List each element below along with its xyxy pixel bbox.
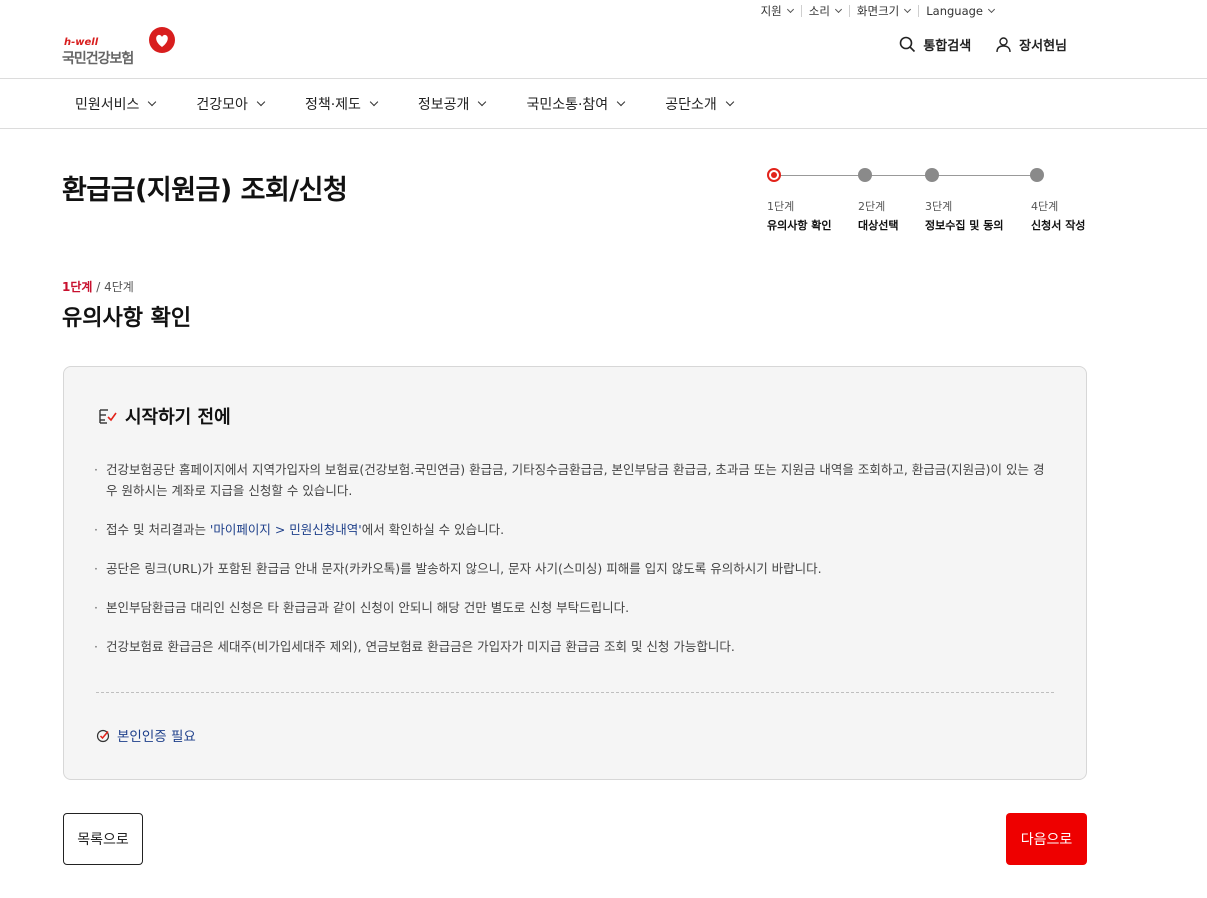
stepper-line bbox=[776, 175, 1038, 176]
utility-sound[interactable]: 소리 bbox=[800, 3, 849, 19]
section-title: 유의사항 확인 bbox=[62, 306, 192, 331]
heart-logo-icon bbox=[149, 27, 175, 53]
step-3-number: 3단계 bbox=[925, 200, 953, 213]
chevron-down-icon bbox=[616, 97, 626, 107]
auth-required: 본인인증 필요 bbox=[96, 725, 196, 745]
step-indicator: 1단계 / 4단계 bbox=[62, 278, 134, 295]
nav-item-label: 정보공개 bbox=[417, 96, 470, 113]
utility-screen-size[interactable]: 화면크기 bbox=[848, 3, 918, 19]
step-1-number: 1단계 bbox=[767, 200, 795, 213]
notice-item-text: 접수 및 처리결과는 bbox=[106, 522, 210, 537]
user-name-label: 장서현님 bbox=[1019, 39, 1067, 54]
chevron-down-icon bbox=[786, 5, 794, 14]
nav-item-civil-service[interactable]: 민원서비스 bbox=[75, 94, 157, 114]
step-4-dot bbox=[1030, 168, 1044, 182]
notice-item: 건강보험공단 홈페이지에서 지역가입자의 보험료(건강보험.국민연금) 환급금,… bbox=[94, 459, 1054, 501]
checklist-icon bbox=[99, 409, 117, 424]
step-1-dot bbox=[767, 168, 781, 182]
step-3-name: 정보수집 및 동의 bbox=[925, 219, 1004, 232]
step-2-number: 2단계 bbox=[858, 200, 886, 213]
nav-item-about[interactable]: 공단소개 bbox=[665, 94, 734, 114]
nav-item-label: 건강모아 bbox=[196, 96, 248, 113]
nav-item-label: 정책·제도 bbox=[304, 96, 361, 113]
search-button[interactable]: 통합검색 bbox=[899, 35, 971, 54]
utility-support-label: 지원 bbox=[760, 4, 782, 18]
step-2-name: 대상선택 bbox=[858, 219, 899, 232]
auth-required-label: 본인인증 필요 bbox=[117, 729, 196, 745]
utility-support[interactable]: 지원 bbox=[753, 3, 801, 19]
step-1-name: 유의사항 확인 bbox=[767, 219, 832, 232]
step-total: 4단계 bbox=[104, 280, 134, 294]
step-4-number: 4단계 bbox=[1031, 200, 1059, 213]
logo-name-text: 국민건강보험 bbox=[62, 51, 134, 67]
step-2-dot bbox=[858, 168, 872, 182]
notice-item: 접수 및 처리결과는 '마이페이지 > 민원신청내역'에서 확인하실 수 있습니… bbox=[94, 519, 1054, 540]
progress-stepper: 1단계 2단계 3단계 4단계 유의사항 확인 대상선택 정보수집 및 동의 신… bbox=[767, 167, 1097, 237]
chevron-down-icon bbox=[725, 97, 734, 107]
notice-heading-text: 시작하기 전에 bbox=[125, 407, 231, 428]
utility-screen-size-label: 화면크기 bbox=[856, 4, 900, 18]
notice-box: 시작하기 전에 건강보험공단 홈페이지에서 지역가입자의 보험료(건강보험.국민… bbox=[63, 366, 1087, 780]
search-label: 통합검색 bbox=[923, 39, 972, 54]
chevron-down-icon bbox=[987, 5, 996, 14]
site-logo[interactable]: h-well 국민건강보험 bbox=[62, 26, 182, 68]
step-3-dot bbox=[925, 168, 939, 182]
nav-item-policy[interactable]: 정책·제도 bbox=[304, 94, 379, 114]
utility-sound-label: 소리 bbox=[808, 4, 830, 18]
notice-list: 건강보험공단 홈페이지에서 지역가입자의 보험료(건강보험.국민연금) 환급금,… bbox=[94, 459, 1054, 675]
user-button[interactable]: 장서현님 bbox=[995, 35, 1067, 54]
notice-heading: 시작하기 전에 bbox=[98, 403, 231, 429]
main-navigation: 민원서비스 건강모아 정책·제도 정보공개 국민소통·참여 공단소개 bbox=[0, 78, 1207, 129]
utility-bar: 지원 소리 화면크기 Language bbox=[753, 3, 1002, 19]
chevron-down-icon bbox=[904, 5, 912, 14]
check-circle-icon bbox=[96, 729, 110, 742]
chevron-down-icon bbox=[256, 97, 266, 107]
logo-hwell-text: h-well bbox=[64, 37, 99, 48]
step-current: 1단계 bbox=[62, 280, 93, 294]
back-to-list-button[interactable]: 목록으로 bbox=[63, 813, 143, 865]
nav-item-health[interactable]: 건강모아 bbox=[196, 94, 266, 114]
step-separator: / bbox=[92, 280, 105, 294]
nav-item-participation[interactable]: 국민소통·참여 bbox=[526, 94, 626, 114]
search-icon bbox=[900, 36, 916, 53]
chevron-down-icon bbox=[478, 97, 487, 107]
header-actions: 통합검색 장서현님 bbox=[899, 35, 1067, 54]
nav-item-label: 국민소통·참여 bbox=[526, 96, 609, 113]
next-button[interactable]: 다음으로 bbox=[1006, 813, 1087, 865]
page-title: 환급금(지원금) 조회/신청 bbox=[62, 175, 348, 206]
nav-item-label: 민원서비스 bbox=[75, 96, 140, 113]
nav-item-label: 공단소개 bbox=[665, 96, 717, 113]
utility-language-label: Language bbox=[926, 4, 983, 18]
chevron-down-icon bbox=[148, 97, 157, 107]
mypage-link[interactable]: '마이페이지 > 민원신청내역' bbox=[210, 522, 362, 537]
notice-item: 본인부담환급금 대리인 신청은 타 환급금과 같이 신청이 안되니 해당 건만 … bbox=[94, 597, 1054, 618]
notice-divider bbox=[96, 692, 1054, 693]
step-4-name: 신청서 작성 bbox=[1031, 219, 1086, 232]
chevron-down-icon bbox=[369, 97, 379, 107]
utility-language[interactable]: Language bbox=[918, 3, 1002, 19]
nav-item-info-disclosure[interactable]: 정보공개 bbox=[417, 94, 487, 114]
chevron-down-icon bbox=[834, 5, 842, 14]
notice-item: 건강보험료 환급금은 세대주(비가입세대주 제외), 연금보험료 환급금은 가입… bbox=[94, 636, 1054, 657]
notice-item: 공단은 링크(URL)가 포함된 환급금 안내 문자(카카오톡)를 발송하지 않… bbox=[94, 558, 1054, 579]
user-icon bbox=[996, 37, 1011, 53]
notice-item-text: 에서 확인하실 수 있습니다. bbox=[361, 522, 505, 537]
